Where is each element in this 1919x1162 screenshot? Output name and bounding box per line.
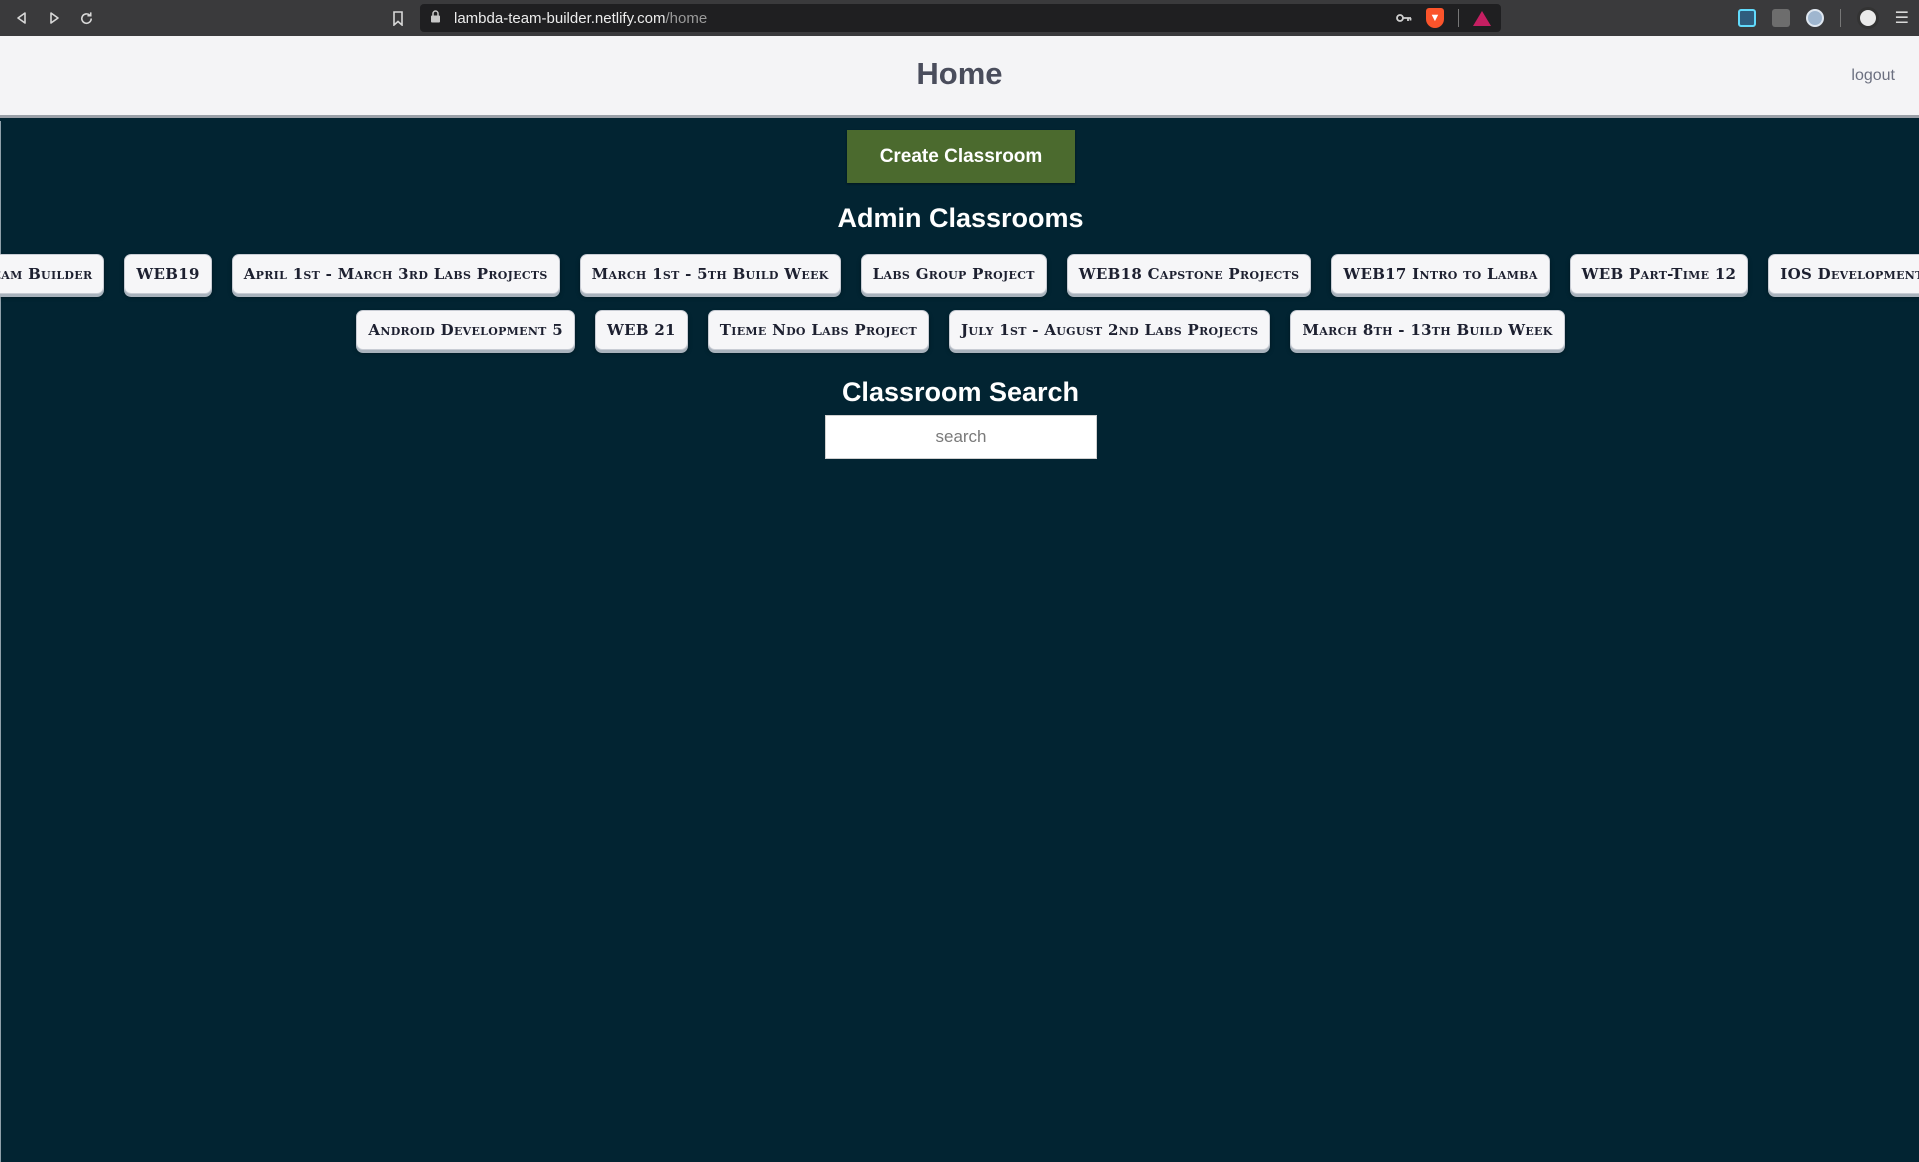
classroom-button[interactable]: March 1st - 5th Build Week: [579, 254, 841, 294]
classroom-button[interactable]: March 8th - 13th Build Week: [1290, 310, 1565, 350]
brave-shields-icon[interactable]: ▼: [1426, 8, 1444, 28]
back-arrow-icon[interactable]: [6, 2, 38, 34]
classroom-button[interactable]: WEB 21: [594, 310, 688, 350]
classroom-button[interactable]: IOS Development 3: [1768, 254, 1919, 294]
nav-buttons: [6, 2, 102, 34]
extension-icon[interactable]: [1771, 9, 1790, 27]
classroom-list-row-1: Team Builder WEB19 April 1st - March 3rd…: [0, 254, 1919, 294]
lock-icon: [430, 10, 446, 26]
classroom-button[interactable]: July 1st - August 2nd Labs Projects: [949, 310, 1271, 350]
classroom-button[interactable]: Labs Group Project: [860, 254, 1047, 294]
url-domain: lambda-team-builder.netlify.com: [454, 9, 666, 27]
url-path: /home: [665, 9, 708, 27]
profile-avatar-icon[interactable]: [1856, 7, 1879, 29]
app-header: Home logout: [0, 36, 1919, 118]
create-classroom-button[interactable]: Create Classroom: [847, 130, 1075, 183]
divider: [1458, 9, 1459, 27]
classroom-button[interactable]: WEB Part-Time 12: [1569, 254, 1749, 294]
brave-rewards-icon[interactable]: [1473, 10, 1491, 26]
address-bar[interactable]: lambda-team-builder.netlify.com/home ▼: [420, 4, 1501, 32]
classroom-search-input[interactable]: [825, 415, 1097, 459]
classroom-button[interactable]: Tieme Ndo Labs Project: [707, 310, 930, 350]
reload-icon[interactable]: [70, 2, 102, 34]
extension-round-icon[interactable]: [1805, 9, 1824, 27]
page-title: Home: [916, 56, 1003, 91]
classroom-search-heading: Classroom Search: [841, 377, 1080, 407]
bookmark-icon[interactable]: [382, 2, 414, 34]
classroom-list-row-2: Android Development 5 WEB 21 Tieme Ndo L…: [1, 310, 1919, 350]
logout-link[interactable]: logout: [1851, 67, 1895, 85]
classroom-button[interactable]: Team Builder: [0, 254, 105, 294]
admin-classrooms-heading: Admin Classrooms: [837, 203, 1084, 233]
address-bar-actions: ▼: [1396, 4, 1491, 32]
classroom-button[interactable]: WEB18 Capstone Projects: [1066, 254, 1312, 294]
classroom-button[interactable]: April 1st - March 3rd Labs Projects: [231, 254, 560, 294]
classroom-button[interactable]: Android Development 5: [356, 310, 575, 350]
key-icon[interactable]: [1396, 10, 1412, 26]
react-devtools-icon[interactable]: [1737, 9, 1756, 27]
browser-toolbar: lambda-team-builder.netlify.com/home ▼ ☰: [0, 0, 1919, 36]
menu-icon[interactable]: ☰: [1895, 8, 1909, 28]
forward-arrow-icon[interactable]: [38, 2, 70, 34]
main-content: Create Classroom Admin Classrooms Team B…: [0, 121, 1919, 1162]
divider: [1839, 9, 1841, 27]
classroom-button[interactable]: WEB19: [124, 254, 212, 294]
classroom-button[interactable]: WEB17 Intro to Lamba: [1331, 254, 1550, 294]
extensions-area: ☰: [1737, 0, 1909, 36]
